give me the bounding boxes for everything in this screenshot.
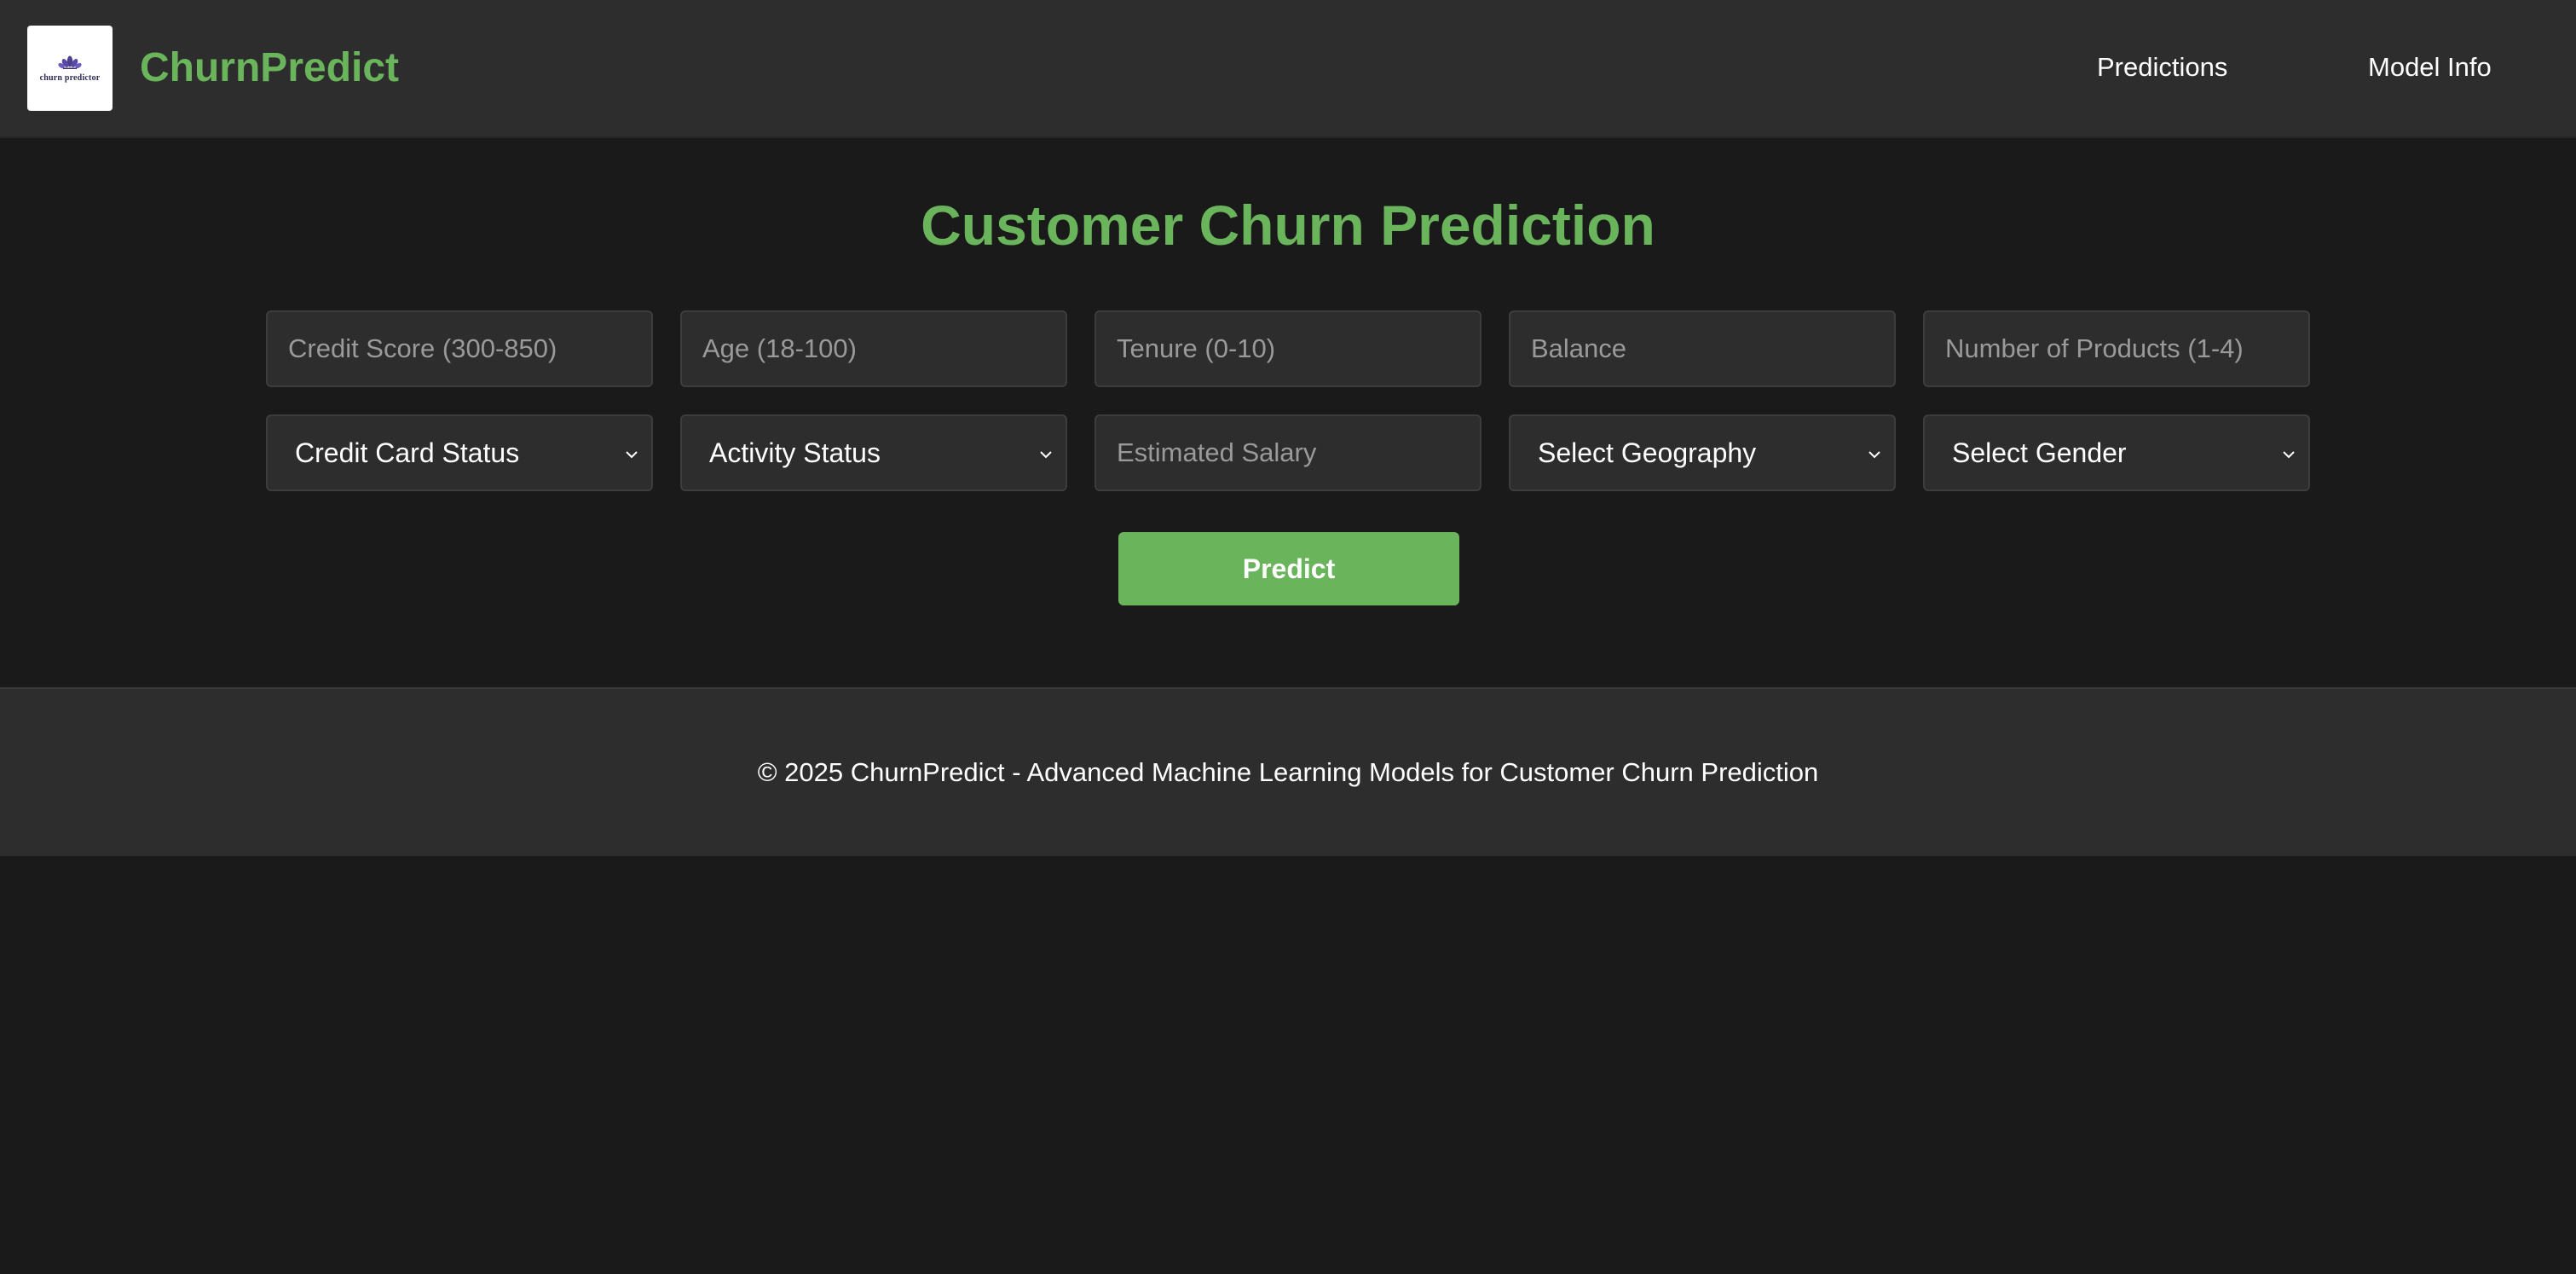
tenure-input[interactable]	[1095, 310, 1481, 387]
estimated-salary-input[interactable]	[1095, 414, 1481, 491]
chevron-down-icon	[626, 451, 638, 459]
brand-logo[interactable]: churn predictor	[27, 26, 113, 111]
activity-status-value: Activity Status	[709, 437, 881, 468]
credit-card-status-value: Credit Card Status	[295, 437, 520, 468]
footer: © 2025 ChurnPredict - Advanced Machine L…	[0, 687, 2576, 856]
predict-button[interactable]: Predict	[1118, 532, 1459, 605]
balance-input[interactable]	[1509, 310, 1896, 387]
gender-value: Select Gender	[1952, 437, 2127, 468]
nav-link-predictions[interactable]: Predictions	[2097, 49, 2227, 85]
chevron-down-icon	[2283, 451, 2295, 459]
geography-value: Select Geography	[1538, 437, 1757, 468]
credit-card-status-select[interactable]: Credit Card Status	[266, 414, 653, 491]
brand-name[interactable]: ChurnPredict	[140, 43, 399, 94]
top-navbar: churn predictor ChurnPredict Predictions…	[0, 0, 2576, 138]
nav-link-model-info[interactable]: Model Info	[2368, 49, 2492, 85]
geography-select[interactable]: Select Geography	[1509, 414, 1896, 491]
chevron-down-icon	[1040, 451, 1052, 459]
gender-select[interactable]: Select Gender	[1923, 414, 2310, 491]
lotus-logo-icon	[58, 55, 82, 69]
prediction-form-section: Customer Churn Prediction Credit Card St…	[0, 138, 2576, 687]
num-products-input[interactable]	[1923, 310, 2310, 387]
credit-score-input[interactable]	[266, 310, 653, 387]
page: churn predictor ChurnPredict Predictions…	[0, 0, 2576, 1274]
page-title: Customer Churn Prediction	[921, 194, 1655, 257]
chevron-down-icon	[1868, 451, 1880, 459]
logo-text: churn predictor	[39, 72, 101, 83]
age-input[interactable]	[680, 310, 1067, 387]
footer-copyright: © 2025 ChurnPredict - Advanced Machine L…	[757, 757, 1819, 787]
activity-status-select[interactable]: Activity Status	[680, 414, 1067, 491]
